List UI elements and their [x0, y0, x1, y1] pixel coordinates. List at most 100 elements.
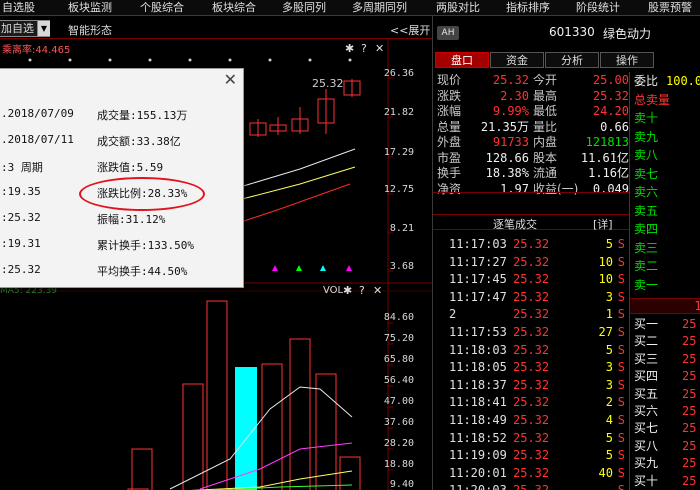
trade-volume: 3 [605, 360, 613, 375]
order-book-divider: 1 [630, 298, 700, 314]
volume-settings-icon[interactable]: ✱ [343, 284, 352, 297]
order-book-label: 卖七 [634, 166, 659, 181]
menu-item-sector-overview[interactable]: 板块综合 [212, 0, 256, 16]
tab-trade[interactable]: 操作 [600, 52, 654, 68]
menu-item-stock-overview[interactable]: 个股综合 [140, 0, 184, 16]
order-book-row[interactable]: 委比 100.0 [630, 73, 700, 89]
order-book-row[interactable]: 卖十 [630, 110, 700, 126]
trade-volume: 1 [605, 307, 613, 322]
highlight-circle [79, 177, 205, 211]
order-book-row[interactable]: 买七 25 [630, 420, 700, 436]
trade-time: 11:17:53 [449, 325, 507, 339]
trade-side: S [617, 430, 625, 445]
volume-help-icon[interactable]: ? [359, 284, 365, 297]
dot-marker [188, 58, 192, 62]
order-book-label: 卖六 [634, 185, 659, 199]
order-book: 委比 100.0 总卖量卖十卖九卖八卖七卖六卖五卖四卖三卖二卖一 1 买一 25 买二 2… [629, 72, 700, 490]
stat-volume: 成交量:155.13万 [97, 109, 188, 122]
stat-value: :19.35 [1, 185, 41, 198]
stat-value: :25.32 [1, 263, 41, 276]
popup-close-icon[interactable]: ✕ [224, 70, 237, 89]
quote-label: 股本 [533, 150, 558, 165]
order-book-row[interactable]: 买八 25 [630, 438, 700, 454]
close-icon[interactable]: ✕ [375, 42, 384, 55]
trade-side: S [617, 325, 625, 339]
menu-item-stock-alert[interactable]: 股票预警 [648, 0, 692, 16]
smart-pattern-button[interactable]: 智能形态 [68, 22, 112, 38]
trade-side: S [617, 395, 625, 410]
quote-row: 总量 21.35万 量比 0.66 [433, 119, 633, 136]
quote-label: 内盘 [533, 135, 558, 149]
add-favorite-label: 加自选 [1, 22, 34, 35]
menu-item-compare[interactable]: 两股对比 [436, 0, 480, 16]
tab-funds[interactable]: 资金 [490, 52, 544, 68]
order-book-row[interactable]: 卖五 [630, 203, 700, 219]
add-favorite-button[interactable]: 加自选 ▼ [0, 20, 50, 37]
menu-item-sector-monitor[interactable]: 板块监测 [68, 0, 112, 16]
lower-axis-label: 65.80 [383, 354, 414, 365]
settings-gear-icon[interactable]: ✱ [345, 42, 354, 55]
menu-item-watchlist[interactable]: 自选股 [2, 0, 35, 16]
help-icon[interactable]: ? [361, 42, 367, 55]
order-book-row[interactable]: 买九 25 [630, 455, 700, 471]
order-book-row[interactable]: 卖七 [630, 166, 700, 182]
order-book-value: 25 [682, 317, 697, 331]
ah-badge[interactable]: AH [437, 26, 459, 40]
stat-average-turnover: 平均换手:44.50% [97, 265, 188, 278]
order-book-row[interactable]: 卖八 [630, 147, 700, 163]
trade-price: 25.32 [513, 254, 550, 269]
order-book-row[interactable]: 卖六 [630, 184, 700, 200]
trade-time: 11:19:09 [449, 448, 507, 463]
volume-close-icon[interactable]: ✕ [373, 284, 382, 297]
trade-volume: 5 [605, 448, 613, 463]
divider [433, 192, 629, 193]
menu-item-period-stats[interactable]: 阶段统计 [576, 0, 620, 16]
quote-label: 市盈 [437, 150, 462, 165]
trade-volume: 27 [598, 325, 613, 339]
quote-row: 净资 1.97 收益(一) 0.049 [433, 181, 633, 198]
order-book-row[interactable]: 卖四 [630, 221, 700, 237]
trade-price: 25.32 [513, 289, 550, 304]
stat-value: :19.31 [1, 237, 41, 250]
order-book-row[interactable]: 买二 25 [630, 333, 700, 349]
order-book-row[interactable]: 买三 25 [630, 351, 700, 367]
menu-item-multi-period[interactable]: 多周期同列 [352, 0, 407, 16]
order-book-row[interactable]: 总卖量 [630, 92, 700, 108]
tab-orderbook[interactable]: 盘口 [435, 52, 489, 68]
order-book-label: 卖四 [634, 222, 659, 236]
order-book-row[interactable]: 卖三 [630, 240, 700, 256]
menu-item-multi-stock[interactable]: 多股同列 [282, 0, 326, 16]
order-book-row[interactable]: 卖九 [630, 129, 700, 145]
order-book-row[interactable]: 买六 25 [630, 403, 700, 419]
signal-marker [272, 265, 278, 271]
order-book-row[interactable]: 卖一 [630, 277, 700, 293]
tab-analysis[interactable]: 分析 [545, 52, 599, 68]
trade-time: 11:20:03 [449, 482, 507, 490]
order-book-row[interactable]: 卖二 [630, 258, 700, 274]
stat-start-date: .2018/07/09 [1, 107, 74, 120]
trade-side: S [617, 413, 625, 427]
lower-axis-label: 84.60 [383, 312, 414, 323]
chart-toolbar: 加自选 ▼ 智能形态 <<展开 [0, 20, 432, 38]
dropdown-arrow-icon[interactable]: ▼ [37, 21, 50, 36]
trade-side: S [617, 377, 625, 392]
order-book-row[interactable]: 买一 25 [630, 316, 700, 332]
expand-button[interactable]: <<展开 [390, 22, 430, 38]
order-book-label: 买五 [634, 386, 659, 401]
order-book-row[interactable]: 买四 25 [630, 368, 700, 384]
order-book-label: 买七 [634, 421, 659, 436]
signal-marker [296, 265, 302, 271]
quote-value: 9.99% [492, 104, 529, 118]
order-book-row[interactable]: 买五 25 [630, 386, 700, 402]
order-book-value: 25 [682, 351, 697, 366]
trade-side: S [617, 360, 625, 375]
trades-title: 逐笔成交 [493, 218, 537, 231]
quote-value: 11.61亿 [580, 150, 629, 165]
dot-marker [228, 58, 232, 62]
upper-axis-label: 3.68 [389, 261, 414, 272]
trade-side: S [617, 289, 625, 304]
trades-detail-button[interactable]: [详] [593, 216, 613, 232]
order-book-row[interactable]: 买十 25 [630, 473, 700, 489]
menu-item-indicator-sort[interactable]: 指标排序 [506, 0, 550, 16]
trade-row: 11:19:09 25.32 5 S [433, 447, 629, 464]
